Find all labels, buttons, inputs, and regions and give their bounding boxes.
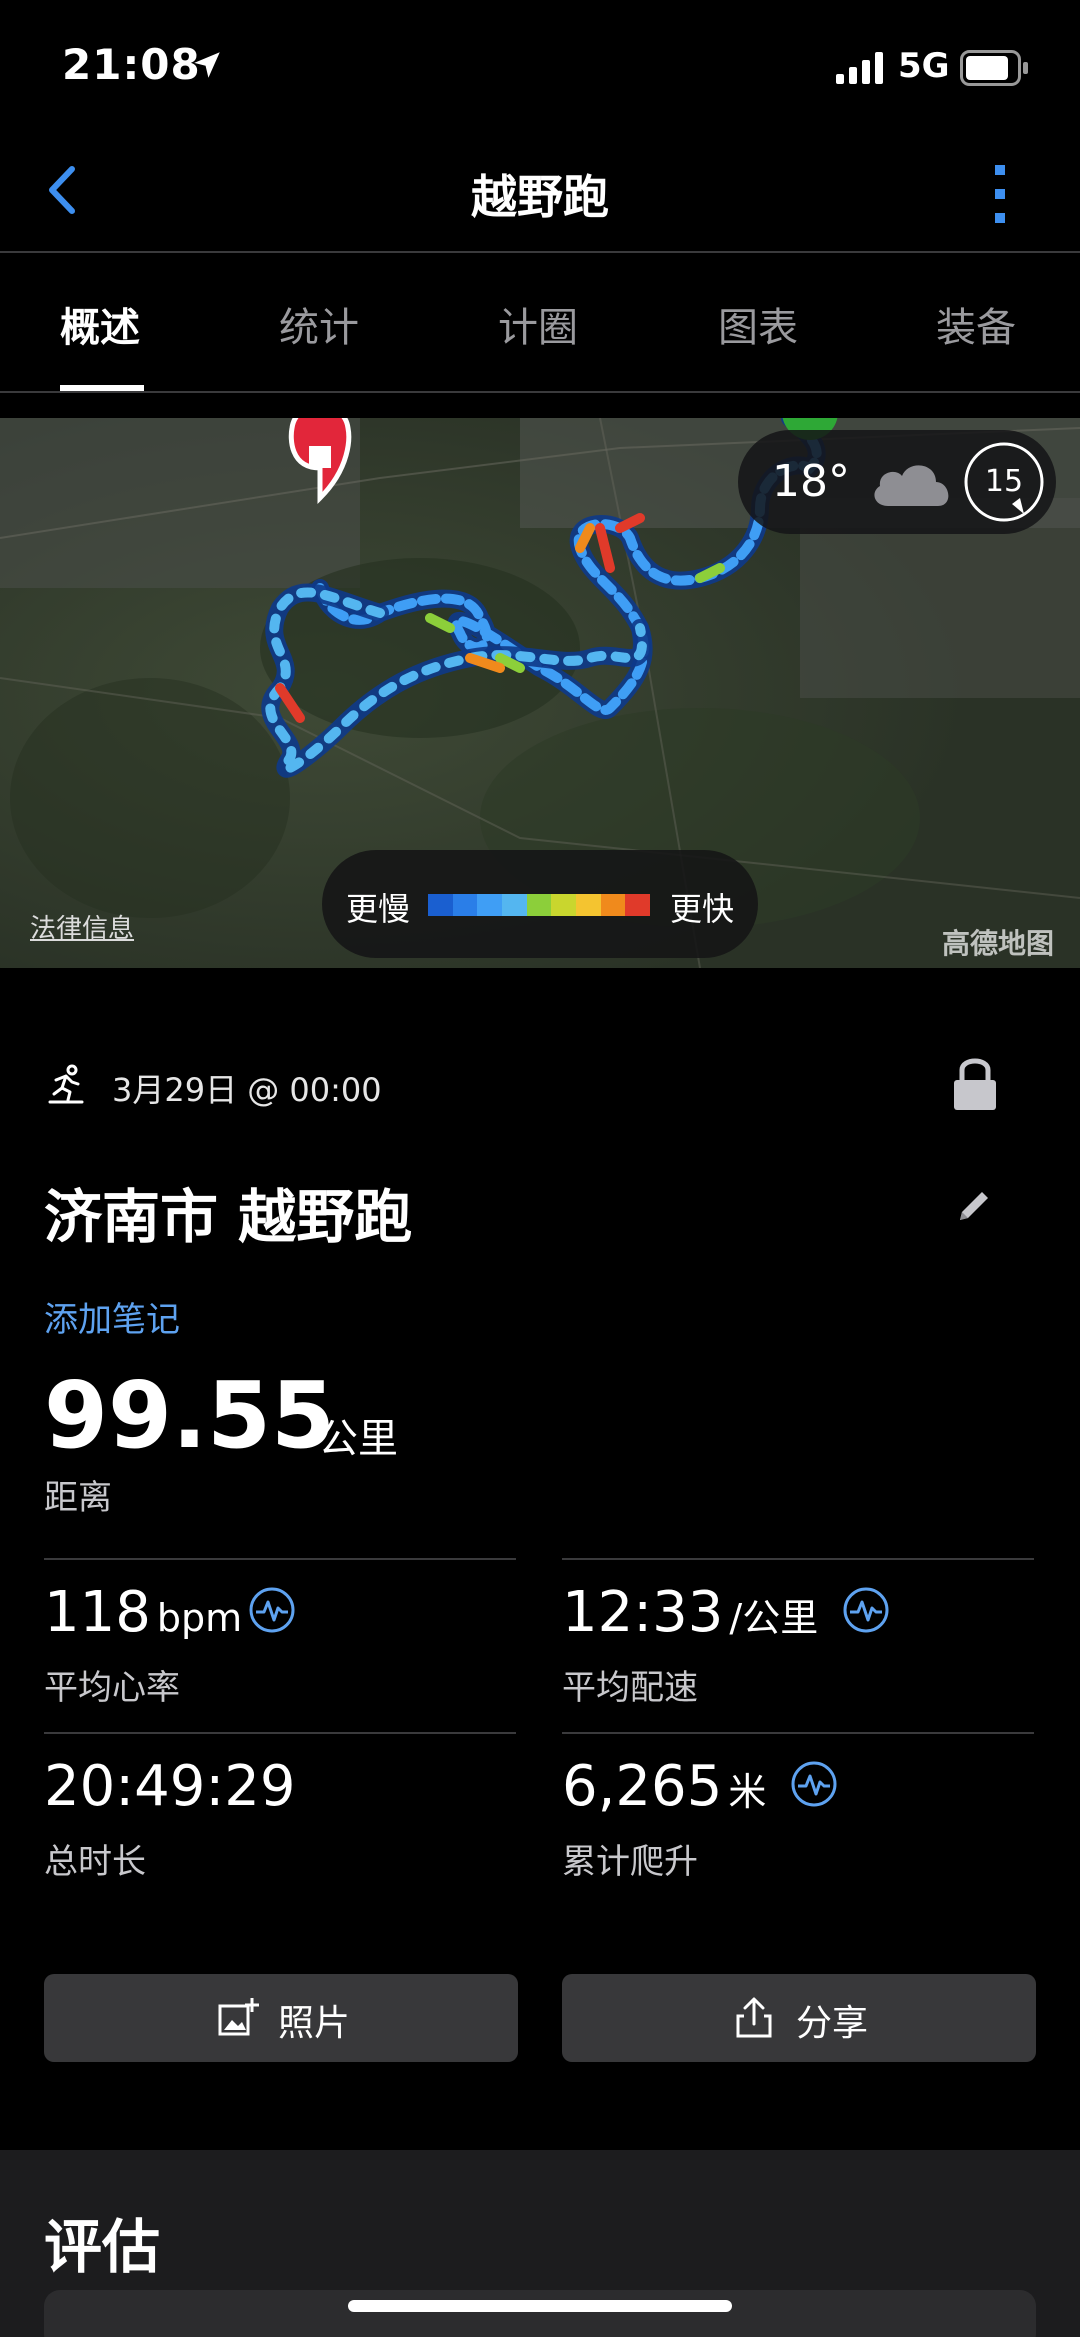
activity-datetime: 3月29日 @ 00:00 <box>112 1071 382 1109</box>
stat-value: 118 bpm <box>44 1580 242 1645</box>
heart-rate-chart-icon[interactable] <box>248 1586 296 1634</box>
pace-color-swatch <box>600 894 626 916</box>
pace-legend: 更慢 更快 <box>322 850 758 958</box>
share-button[interactable]: 分享 <box>562 1974 1036 2062</box>
share-button-label: 分享 <box>796 2003 869 2044</box>
tab-charts[interactable]: 图表 <box>718 295 798 353</box>
duration-label: 总时长 <box>44 1842 146 1882</box>
duration-value: 20:49:29 <box>44 1754 296 1819</box>
tab-gear[interactable]: 装备 <box>936 295 1016 353</box>
location-arrow-icon <box>194 52 220 78</box>
share-icon <box>736 1997 772 2038</box>
edit-pencil-icon[interactable] <box>954 1186 994 1226</box>
lock-icon[interactable] <box>952 1054 998 1112</box>
tab-bar: 概述 统计 计圈 图表 装备 <box>0 255 1080 393</box>
trail-run-icon <box>48 1064 84 1104</box>
pace-label: 平均配速 <box>562 1668 698 1708</box>
more-options-button[interactable] <box>985 161 1015 227</box>
pace-color-swatch <box>502 894 527 916</box>
cloud-icon <box>874 465 949 506</box>
distance-value: 99.55 <box>44 1362 336 1469</box>
wind-speed-dial: 15 <box>962 440 1046 524</box>
evaluation-title: 评估 <box>44 2213 161 2281</box>
evaluation-card[interactable] <box>44 2290 1036 2337</box>
tab-overview[interactable]: 概述 <box>60 295 140 353</box>
elevation-label: 累计爬升 <box>562 1842 698 1882</box>
pace-value: 12:33 <box>562 1580 724 1645</box>
page-title: 越野跑 <box>471 170 609 224</box>
stat-heart-rate[interactable]: 118 bpm 平均心率 <box>44 1558 516 1718</box>
active-tab-indicator <box>60 385 144 391</box>
activity-title: 济南市 越野跑 <box>44 1183 413 1251</box>
photos-button-label: 照片 <box>278 2003 351 2044</box>
elevation-unit: 米 <box>728 1770 767 1814</box>
tab-laps[interactable]: 计圈 <box>498 295 578 353</box>
stat-value: 12:33/公里 <box>562 1580 818 1645</box>
pace-chart-icon[interactable] <box>842 1586 890 1634</box>
legend-faster-label: 更快 <box>669 890 734 928</box>
elevation-chart-icon[interactable] <box>790 1760 838 1808</box>
battery-icon <box>960 50 1028 86</box>
stat-elevation[interactable]: 6,265 米 累计爬升 <box>562 1732 1034 1892</box>
stat-duration[interactable]: 20:49:29 总时长 <box>44 1732 516 1892</box>
distance-unit: 公里 <box>318 1416 398 1462</box>
weather-badge: 18° 15 <box>738 430 1056 534</box>
heart-rate-unit: bpm <box>156 1596 243 1640</box>
heart-rate-value: 118 <box>44 1580 151 1645</box>
home-indicator[interactable] <box>348 2300 732 2312</box>
pace-color-swatch <box>428 894 453 916</box>
status-bar: 21:08 5G <box>0 0 1080 135</box>
photos-button[interactable]: 照片 <box>44 1974 518 2062</box>
nav-header: 越野跑 <box>0 135 1080 253</box>
status-time: 21:08 <box>62 40 201 89</box>
pace-color-swatch <box>452 894 478 916</box>
add-photo-icon <box>218 1998 259 2036</box>
distance-label: 距离 <box>44 1478 112 1518</box>
pace-color-swatch <box>625 894 651 916</box>
pace-color-swatch <box>551 894 577 916</box>
tab-stats[interactable]: 统计 <box>279 295 359 353</box>
temperature: 18° <box>772 456 850 507</box>
network-type: 5G <box>898 46 950 86</box>
cellular-signal-icon <box>836 52 883 84</box>
heart-rate-label: 平均心率 <box>44 1668 180 1708</box>
map-provider-logo: 高德地图 <box>942 927 1055 960</box>
pace-color-swatch <box>576 894 601 916</box>
stat-pace[interactable]: 12:33/公里 平均配速 <box>562 1558 1034 1718</box>
pace-unit: /公里 <box>729 1596 819 1640</box>
legal-info-link[interactable]: 法律信息 <box>30 908 134 945</box>
stat-value: 6,265 米 <box>562 1754 766 1819</box>
legend-slower-label: 更慢 <box>346 890 411 928</box>
pace-color-swatch <box>477 894 503 916</box>
wind-speed: 15 <box>984 464 1024 499</box>
add-note-link[interactable]: 添加笔记 <box>44 1292 180 1341</box>
pace-color-swatch <box>526 894 552 916</box>
elevation-value: 6,265 <box>562 1754 723 1819</box>
pace-color-scale <box>428 894 651 916</box>
